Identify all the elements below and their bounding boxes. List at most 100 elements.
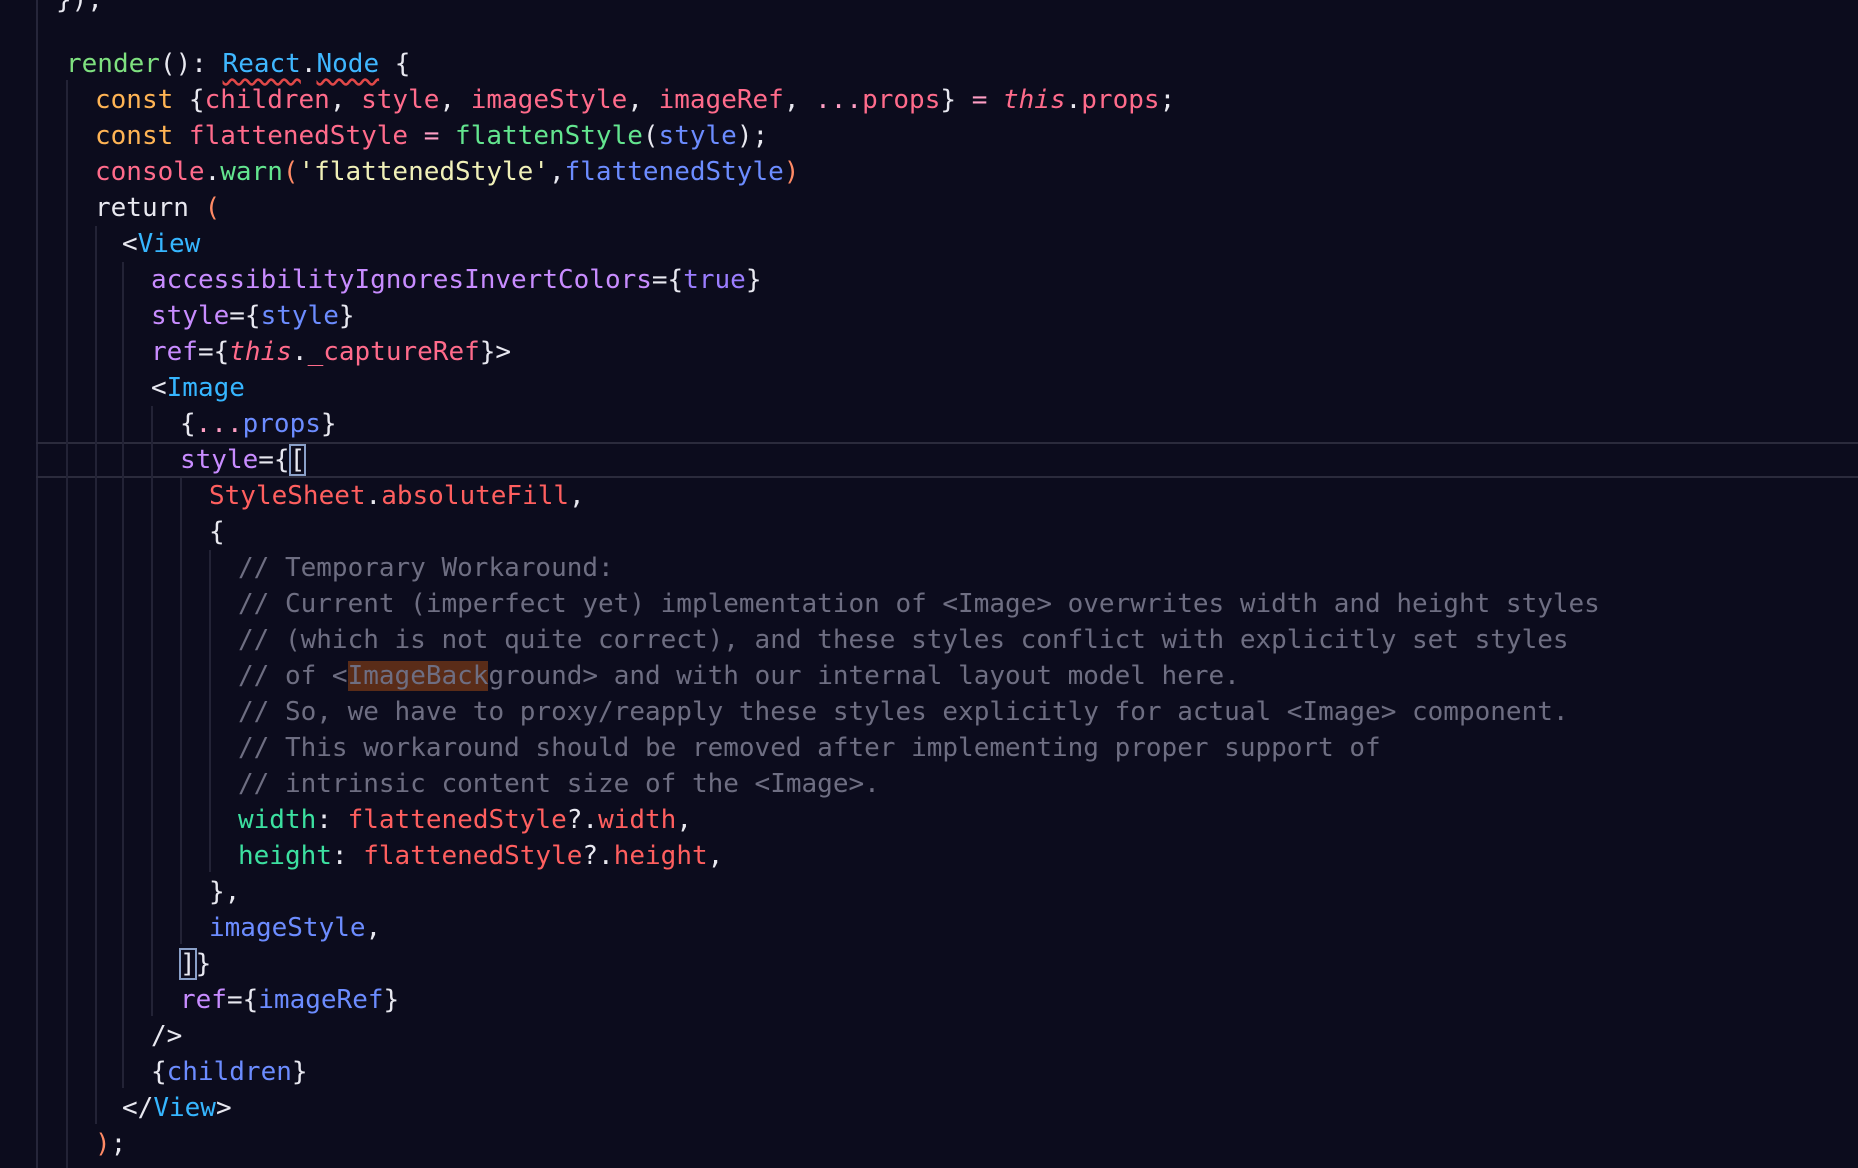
code-line[interactable]: width: flattenedStyle?.width,	[238, 802, 692, 838]
code-token: imageRef	[258, 985, 384, 1015]
code-line[interactable]: <Image	[151, 370, 245, 406]
code-token: ,	[707, 841, 724, 871]
code-token: ...	[195, 409, 243, 439]
code-token: // So, we have to proxy/reapply these st…	[238, 697, 1569, 727]
code-token: children	[166, 1057, 292, 1087]
code-line[interactable]: <View	[122, 226, 200, 262]
code-token: React	[222, 49, 301, 79]
code-token: ,	[783, 85, 816, 115]
code-token: );	[736, 121, 769, 151]
code-line[interactable]: // So, we have to proxy/reapply these st…	[238, 694, 1569, 730]
code-token: flattenedStyle	[188, 121, 409, 151]
code-line[interactable]: ref={imageRef}	[180, 982, 399, 1018]
code-token: ,	[329, 85, 362, 115]
code-token: }	[940, 85, 972, 115]
code-token: height	[238, 841, 332, 871]
code-token: props	[242, 409, 321, 439]
code-token: _captureRef	[307, 337, 480, 367]
code-line[interactable]: </View>	[122, 1090, 232, 1126]
code-token: );	[71, 0, 103, 15]
bracket-match-highlight: ]	[179, 948, 197, 980]
code-line[interactable]: accessibilityIgnoresInvertColors={true}	[151, 262, 762, 298]
code-token: ={	[651, 265, 684, 295]
code-token: style	[260, 301, 339, 331]
code-token: )	[783, 157, 800, 187]
code-line[interactable]: // intrinsic content size of the <Image>…	[238, 766, 880, 802]
code-line[interactable]: const flattenedStyle = flattenStyle(styl…	[95, 118, 768, 154]
code-line[interactable]: {children}	[151, 1054, 308, 1090]
code-line[interactable]: // of <ImageBackground> and with our int…	[238, 658, 1240, 694]
code-line[interactable]: StyleSheet.absoluteFill,	[209, 478, 585, 514]
code-line[interactable]: console.warn('flattenedStyle',flattenedS…	[95, 154, 799, 190]
code-token: // Temporary Workaround:	[238, 553, 614, 583]
code-token: View	[137, 229, 201, 259]
gutter-border	[36, 0, 38, 1168]
code-token: }	[56, 0, 72, 15]
code-token: props	[862, 85, 941, 115]
indent-guide	[209, 550, 211, 872]
code-token: ?.	[566, 805, 599, 835]
code-token: imageStyle	[209, 913, 366, 943]
code-token: ,	[676, 805, 692, 835]
code-line[interactable]: },	[209, 874, 240, 910]
code-token: ,	[569, 481, 585, 511]
code-line[interactable]: });	[56, 0, 103, 18]
code-token: ,	[439, 85, 471, 115]
code-line[interactable]: // This workaround should be removed aft…	[238, 730, 1381, 766]
code-token: .	[204, 157, 221, 187]
indent-guide	[122, 262, 124, 1088]
code-line[interactable]: {...props}	[180, 406, 337, 442]
indent-guide	[66, 80, 68, 1168]
code-token: }	[320, 409, 337, 439]
code-token: {	[188, 85, 205, 115]
code-line[interactable]: ]}	[179, 946, 211, 982]
code-token: .	[291, 337, 308, 367]
code-token: ={	[258, 445, 290, 475]
code-line[interactable]: render(): React.Node {	[66, 46, 410, 82]
code-token: this	[1003, 85, 1066, 115]
code-token: props	[1081, 85, 1160, 115]
code-token: width	[238, 805, 317, 835]
code-token: ?.	[582, 841, 614, 871]
code-token: ground> and with our internal layout mod…	[488, 661, 1240, 691]
code-token: children	[204, 85, 330, 115]
code-token: this	[229, 337, 292, 367]
code-line[interactable]: // Temporary Workaround:	[238, 550, 614, 586]
code-token: ;	[1159, 85, 1176, 115]
code-token: ,	[365, 913, 382, 943]
code-token: // Current (imperfect yet) implementatio…	[238, 589, 1600, 619]
code-token: >	[215, 1093, 232, 1123]
code-token: (	[204, 193, 221, 223]
code-token: =	[971, 85, 1003, 115]
code-token: flattenedStyle	[347, 805, 567, 835]
code-token: </	[122, 1093, 154, 1123]
code-line[interactable]: const {children, style, imageStyle, imag…	[95, 82, 1175, 118]
code-token: />	[151, 1021, 183, 1051]
code-line[interactable]: />	[151, 1018, 182, 1054]
bracket-match-highlight: [	[288, 444, 307, 476]
code-line[interactable]: {	[209, 514, 225, 550]
code-editor[interactable]: }); render(): React.Node {const {children…	[0, 0, 1858, 1168]
code-line[interactable]: );	[95, 1126, 126, 1162]
code-token: ={	[229, 301, 261, 331]
indent-guide	[95, 226, 97, 1124]
code-token: .	[365, 481, 382, 511]
code-token: imageRef	[658, 85, 784, 115]
code-line[interactable]: ref={this._captureRef}>	[151, 334, 511, 370]
code-token: 'flattenedStyle'	[298, 157, 549, 187]
code-line[interactable]: imageStyle,	[209, 910, 381, 946]
code-token: style	[180, 445, 259, 475]
code-token: render	[66, 49, 160, 79]
code-token: .	[300, 49, 317, 79]
code-token: style	[361, 85, 440, 115]
code-token: }	[383, 985, 400, 1015]
code-line[interactable]: // (which is not quite correct), and the…	[238, 622, 1569, 658]
code-line[interactable]: // Current (imperfect yet) implementatio…	[238, 586, 1600, 622]
code-token: const	[95, 85, 189, 115]
code-line[interactable]: style={style}	[151, 298, 355, 334]
code-line[interactable]: height: flattenedStyle?.height,	[238, 838, 723, 874]
code-line[interactable]: return (	[95, 190, 220, 226]
code-token: // (which is not quite correct), and the…	[238, 625, 1569, 655]
code-token: :	[316, 805, 348, 835]
code-line[interactable]: style={[	[180, 442, 307, 478]
